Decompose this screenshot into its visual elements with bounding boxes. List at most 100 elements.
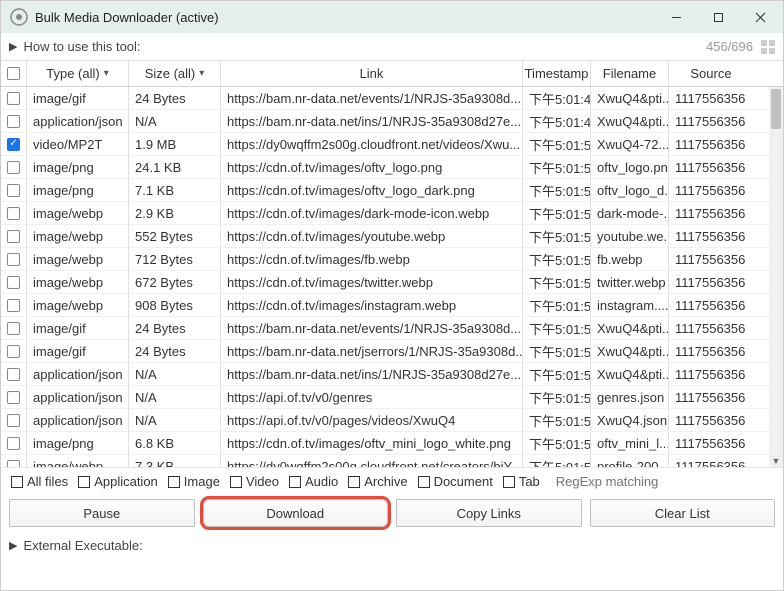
- row-checkbox[interactable]: [1, 386, 27, 408]
- filter-archive[interactable]: Archive: [348, 474, 407, 489]
- cell-source: 1117556356: [669, 133, 753, 155]
- row-checkbox[interactable]: [1, 202, 27, 224]
- row-checkbox[interactable]: [1, 156, 27, 178]
- scroll-down-icon[interactable]: ▼: [771, 455, 781, 467]
- cell-type: image/webp: [27, 202, 129, 224]
- cell-filename: XwuQ4&pti...: [591, 363, 669, 385]
- row-checkbox[interactable]: [1, 179, 27, 201]
- table-row[interactable]: application/jsonN/Ahttps://bam.nr-data.n…: [1, 363, 783, 386]
- cell-link: https://bam.nr-data.net/events/1/NRJS-35…: [221, 317, 523, 339]
- table-row[interactable]: image/webp2.9 KBhttps://cdn.of.tv/images…: [1, 202, 783, 225]
- cell-link: https://cdn.of.tv/images/oftv_logo.png: [221, 156, 523, 178]
- cell-size: 24 Bytes: [129, 87, 221, 109]
- table-row[interactable]: image/webp552 Byteshttps://cdn.of.tv/ima…: [1, 225, 783, 248]
- howto-label: How to use this tool:: [23, 39, 140, 54]
- table-row[interactable]: image/gif24 Byteshttps://bam.nr-data.net…: [1, 317, 783, 340]
- cell-timestamp: 下午5:01:58: [523, 363, 591, 385]
- minimize-button[interactable]: [655, 2, 697, 32]
- cell-link: https://cdn.of.tv/images/instagram.webp: [221, 294, 523, 316]
- clear-list-button[interactable]: Clear List: [590, 499, 776, 527]
- titlebar: Bulk Media Downloader (active): [1, 1, 783, 33]
- row-checkbox[interactable]: [1, 340, 27, 362]
- cell-link: https://dy0wqffm2s00g.cloudfront.net/vid…: [221, 133, 523, 155]
- column-header-size[interactable]: Size (all)▾: [129, 61, 221, 86]
- table-row[interactable]: image/webp908 Byteshttps://cdn.of.tv/ima…: [1, 294, 783, 317]
- cell-filename: XwuQ4&pti...: [591, 87, 669, 109]
- row-checkbox[interactable]: [1, 294, 27, 316]
- filter-document[interactable]: Document: [418, 474, 493, 489]
- scrollbar[interactable]: ▲ ▼: [769, 87, 783, 467]
- table-row[interactable]: application/jsonN/Ahttps://bam.nr-data.n…: [1, 110, 783, 133]
- table-row[interactable]: image/png6.8 KBhttps://cdn.of.tv/images/…: [1, 432, 783, 455]
- cell-filename: oftv_logo_d...: [591, 179, 669, 201]
- table-row[interactable]: image/webp672 Byteshttps://cdn.of.tv/ima…: [1, 271, 783, 294]
- cell-size: 1.9 MB: [129, 133, 221, 155]
- regex-input[interactable]: [550, 471, 773, 493]
- row-checkbox[interactable]: [1, 409, 27, 431]
- row-checkbox[interactable]: [1, 87, 27, 109]
- table-row[interactable]: application/jsonN/Ahttps://api.of.tv/v0/…: [1, 409, 783, 432]
- cell-link: https://dy0wqffm2s00g.cloudfront.net/cre…: [221, 455, 523, 467]
- cell-timestamp: 下午5:01:57: [523, 156, 591, 178]
- window-title: Bulk Media Downloader (active): [35, 10, 655, 25]
- cell-link: https://cdn.of.tv/images/twitter.webp: [221, 271, 523, 293]
- cell-link: https://cdn.of.tv/images/oftv_mini_logo_…: [221, 432, 523, 454]
- column-header-checkbox[interactable]: [1, 61, 27, 86]
- filter-tab[interactable]: Tab: [503, 474, 540, 489]
- table-row[interactable]: image/png24.1 KBhttps://cdn.of.tv/images…: [1, 156, 783, 179]
- table-row[interactable]: image/webp712 Byteshttps://cdn.of.tv/ima…: [1, 248, 783, 271]
- row-checkbox[interactable]: [1, 271, 27, 293]
- cell-type: image/webp: [27, 248, 129, 270]
- table-row[interactable]: image/png7.1 KBhttps://cdn.of.tv/images/…: [1, 179, 783, 202]
- table-row[interactable]: image/gif24 Byteshttps://bam.nr-data.net…: [1, 340, 783, 363]
- column-header-link[interactable]: Link: [221, 61, 523, 86]
- column-header-type[interactable]: Type (all)▾: [27, 61, 129, 86]
- cell-source: 1117556356: [669, 271, 753, 293]
- row-checkbox[interactable]: [1, 110, 27, 132]
- cell-source: 1117556356: [669, 386, 753, 408]
- row-checkbox[interactable]: [1, 363, 27, 385]
- cell-type: image/webp: [27, 455, 129, 467]
- external-executable-panel[interactable]: ▶ External Executable:: [1, 531, 783, 559]
- copy-links-button[interactable]: Copy Links: [396, 499, 582, 527]
- howto-panel[interactable]: ▶ How to use this tool: 456/696: [1, 33, 783, 61]
- row-checkbox[interactable]: [1, 432, 27, 454]
- cell-timestamp: 下午5:01:41: [523, 87, 591, 109]
- filter-audio[interactable]: Audio: [289, 474, 338, 489]
- cell-filename: twitter.webp: [591, 271, 669, 293]
- cell-size: 2.9 KB: [129, 202, 221, 224]
- column-header-source[interactable]: Source: [669, 61, 753, 86]
- cell-type: image/gif: [27, 87, 129, 109]
- row-checkbox[interactable]: [1, 133, 27, 155]
- filter-image[interactable]: Image: [168, 474, 220, 489]
- row-checkbox[interactable]: [1, 317, 27, 339]
- cell-type: image/webp: [27, 294, 129, 316]
- table-row[interactable]: image/webp7.3 KBhttps://dy0wqffm2s00g.cl…: [1, 455, 783, 467]
- cell-source: 1117556356: [669, 156, 753, 178]
- filter-allfiles[interactable]: All files: [11, 474, 68, 489]
- cell-size: 24 Bytes: [129, 340, 221, 362]
- table-row[interactable]: image/gif24 Byteshttps://bam.nr-data.net…: [1, 87, 783, 110]
- cell-source: 1117556356: [669, 340, 753, 362]
- filter-video[interactable]: Video: [230, 474, 279, 489]
- column-header-timestamp[interactable]: Timestamp: [523, 61, 591, 86]
- row-checkbox[interactable]: [1, 248, 27, 270]
- cell-size: 672 Bytes: [129, 271, 221, 293]
- table-row[interactable]: video/MP2T1.9 MBhttps://dy0wqffm2s00g.cl…: [1, 133, 783, 156]
- row-checkbox[interactable]: [1, 455, 27, 467]
- scroll-thumb[interactable]: [771, 89, 781, 129]
- pause-button[interactable]: Pause: [9, 499, 195, 527]
- layout-grid-icon[interactable]: [761, 40, 775, 54]
- cell-timestamp: 下午5:01:57: [523, 202, 591, 224]
- maximize-button[interactable]: [697, 2, 739, 32]
- cell-type: image/gif: [27, 340, 129, 362]
- column-header-filename[interactable]: Filename: [591, 61, 669, 86]
- download-button[interactable]: Download: [203, 499, 389, 527]
- row-checkbox[interactable]: [1, 225, 27, 247]
- cell-type: image/png: [27, 156, 129, 178]
- cell-size: 552 Bytes: [129, 225, 221, 247]
- close-button[interactable]: [739, 2, 781, 32]
- filter-application[interactable]: Application: [78, 474, 158, 489]
- table-row[interactable]: application/jsonN/Ahttps://api.of.tv/v0/…: [1, 386, 783, 409]
- cell-filename: fb.webp: [591, 248, 669, 270]
